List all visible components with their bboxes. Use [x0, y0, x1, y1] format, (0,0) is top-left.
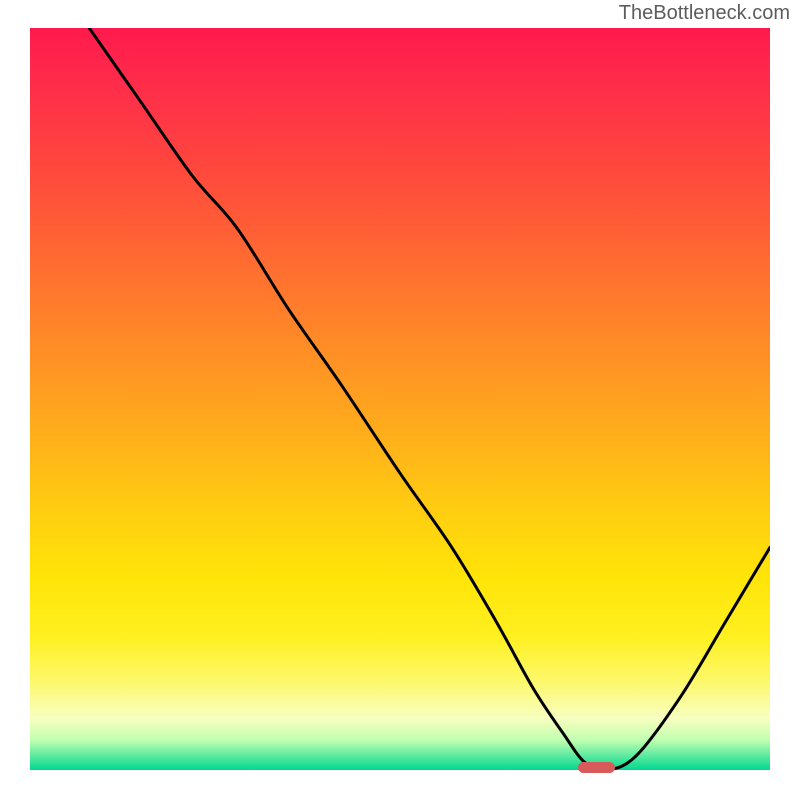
- watermark-label: TheBottleneck.com: [619, 2, 790, 25]
- bottleneck-curve-path: [89, 28, 770, 770]
- chart-plot-area: [30, 28, 770, 770]
- chart-curve-svg: [30, 28, 770, 770]
- dip-marker: [578, 762, 615, 773]
